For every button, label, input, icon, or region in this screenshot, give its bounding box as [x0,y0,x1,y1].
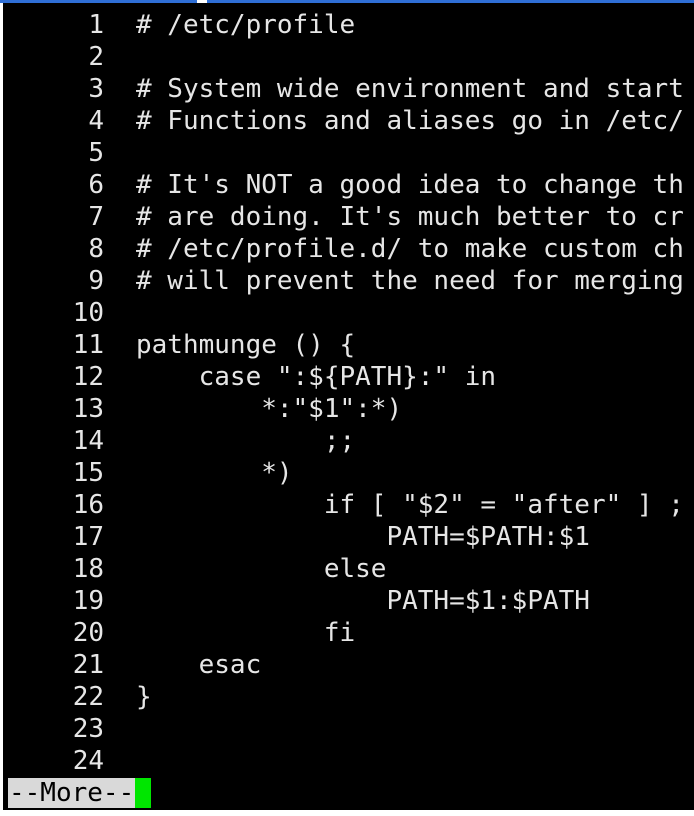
line-text: PATH=$1:$PATH [136,586,590,616]
line-text: # will prevent the need for merging [136,266,684,296]
line-text: *) [136,458,293,488]
line-text: # System wide environment and start [136,74,684,104]
line-number: 23 [72,714,104,744]
line-number: 13 [72,394,104,424]
pager-status[interactable]: --More-- [8,778,152,808]
line-text: else [136,554,387,584]
line-number: 19 [72,586,104,616]
line-number: 7 [88,202,104,232]
line-text: # Functions and aliases go in /etc/ [136,106,684,136]
line-text: case ":${PATH}:" in [136,362,497,392]
line-text: *:"$1":*) [136,394,403,424]
line-number: 24 [72,746,104,776]
line-number: 17 [72,522,104,552]
line-text: pathmunge () { [136,330,356,360]
line-number: 5 [88,138,104,168]
line-text: # are doing. It's much better to cr [136,202,684,232]
line-text: # /etc/profile [136,10,356,40]
line-number: 16 [72,490,104,520]
line-number: 15 [72,458,104,488]
line-number: 8 [88,234,104,264]
line-number: 18 [72,554,104,584]
line-number: 14 [72,426,104,456]
line-number: 12 [72,362,104,392]
line-number: 6 [88,170,104,200]
line-text: fi [136,618,356,648]
line-text: ;; [136,426,356,456]
line-text: if [ "$2" = "after" ] ; [136,490,684,520]
line-text: # /etc/profile.d/ to make custom ch [136,234,684,264]
line-number: 21 [72,650,104,680]
line-number: 11 [72,330,104,360]
line-number: 3 [88,74,104,104]
terminal-window[interactable]: 1 # /etc/profile 2 3 # System wide environ… [3,3,694,810]
line-number: 4 [88,106,104,136]
line-number: 2 [88,42,104,72]
line-number: 20 [72,618,104,648]
line-number: 9 [88,266,104,296]
line-text: # It's NOT a good idea to change th [136,170,684,200]
line-number: 22 [72,682,104,712]
cursor-block [135,778,152,808]
line-text: PATH=$PATH:$1 [136,522,590,552]
line-text: esac [136,650,262,680]
more-prompt[interactable]: --More-- [8,778,136,808]
line-text: } [136,682,152,712]
line-number: 1 [88,10,104,40]
line-number: 10 [72,298,104,328]
